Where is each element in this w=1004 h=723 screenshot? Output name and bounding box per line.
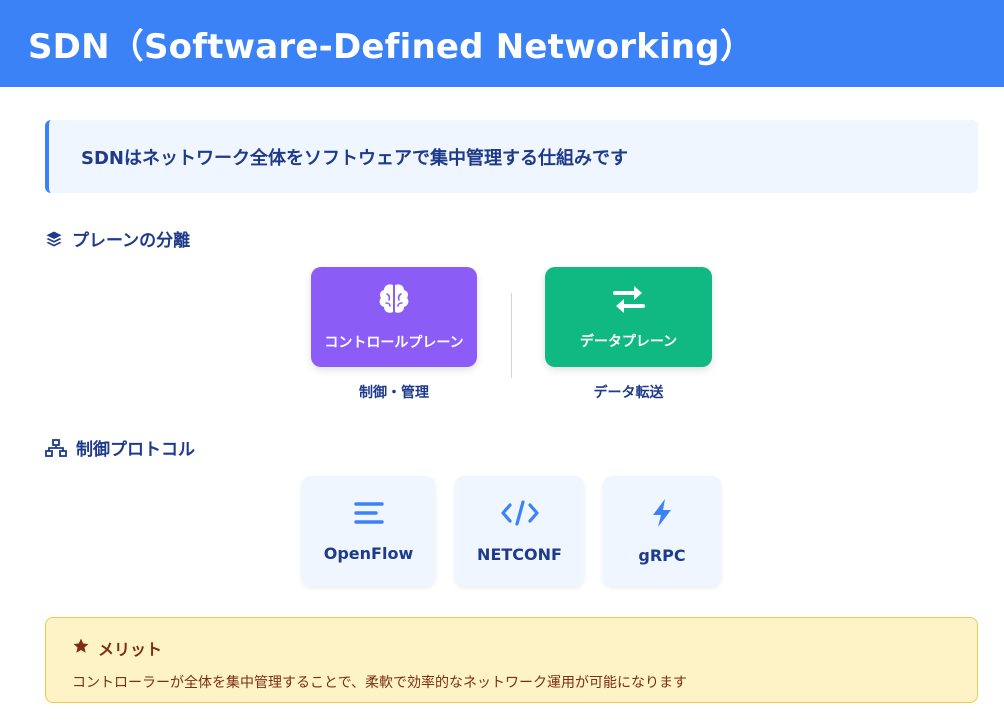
lines-icon [353,500,385,530]
control-plane-sub: 制御・管理 [359,385,429,401]
section-title-protocols-label: 制御プロトコル [76,440,195,460]
brain-icon [376,282,412,320]
page-header: SDN（Software-Defined Networking） [0,0,1004,87]
control-plane-label: コントロールプレーン [324,335,464,351]
summary-box: SDNはネットワーク全体をソフトウェアで集中管理する仕組みです [45,120,978,193]
protocol-card-openflow: OpenFlow [302,476,435,586]
exchange-arrows-icon [611,283,647,319]
layers-icon [45,230,63,248]
code-icon [500,499,540,531]
page-title: SDN（Software-Defined Networking） [28,27,755,67]
section-title-protocols: 制御プロトコル [45,435,195,460]
bolt-icon [649,498,675,532]
control-plane-card: コントロールプレーン [311,267,477,367]
summary-text: SDNはネットワーク全体をソフトウェアで集中管理する仕組みです [81,147,628,169]
protocol-label: gRPC [638,545,686,565]
data-plane-card: データプレーン [545,267,712,367]
merit-title: メリット [98,640,163,659]
star-icon [72,637,90,659]
protocol-label: OpenFlow [323,543,414,563]
merit-title-row: メリット [72,636,977,660]
merit-box: メリット コントローラーが全体を集中管理することで、柔軟で効率的なネットワーク運… [45,617,978,703]
section-title-planes-label: プレーンの分離 [72,231,191,251]
section-title-planes: プレーンの分離 [45,226,190,251]
network-tree-icon [45,438,67,457]
plane-divider [511,293,512,378]
data-plane-label: データプレーン [579,334,678,350]
merit-text: コントローラーが全体を集中管理することで、柔軟で効率的なネットワーク運用が可能に… [72,675,688,691]
protocol-card-grpc: gRPC [603,476,721,586]
data-plane-sub: データ転送 [593,385,664,401]
protocol-label: NETCONF [477,544,562,564]
protocol-card-netconf: NETCONF [455,476,584,586]
